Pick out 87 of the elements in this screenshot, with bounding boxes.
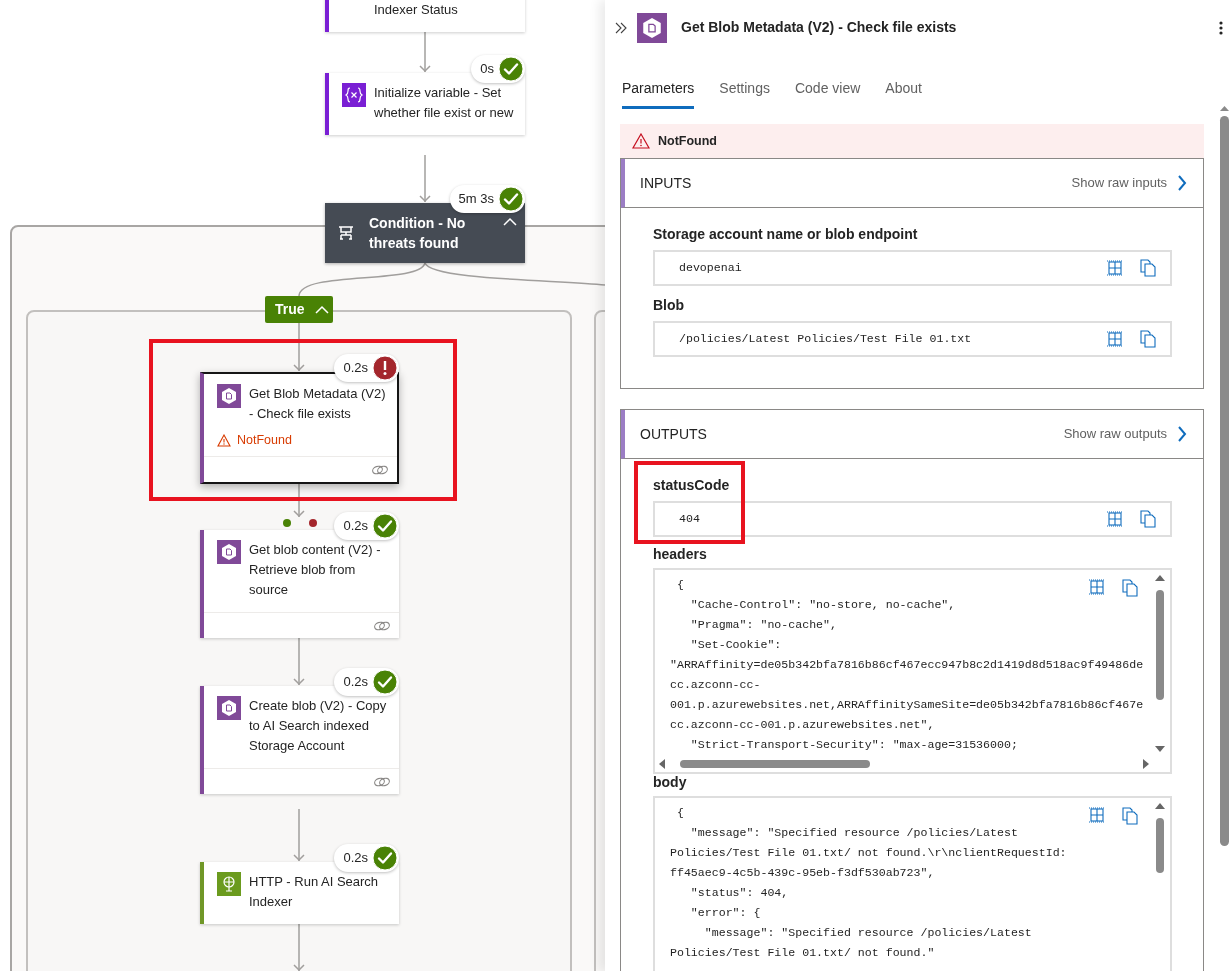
table-view-icon[interactable] [1106, 260, 1124, 276]
chevron-right-icon [1177, 175, 1187, 191]
code-line: cc.azconn-cc- [670, 677, 761, 693]
action-card[interactable]: Get Blob Metadata (V2) - Check file exists NotFound [200, 372, 399, 484]
code-line: Policies/Test File 01.txt/ not found." [670, 945, 935, 961]
code-line: "message": "Specified resource /policies/Latest [703, 925, 1032, 941]
code-line: "Strict-Transport-Security": "max-age=31536000; [689, 737, 1018, 753]
code-line: ff45aec9-4c5b-439c-95eb-f3df530ab723", [670, 865, 935, 881]
field-label: body [653, 774, 688, 790]
warning-icon [632, 133, 650, 149]
condition-card[interactable]: Condition - No threats found [325, 203, 525, 263]
error-message: NotFound [658, 132, 717, 150]
branch-toggle[interactable]: True [265, 296, 333, 323]
action-card[interactable]: Create blob (V2) - Copy to AI Search indexed Storage Account [200, 686, 399, 794]
action-card[interactable]: HTTP - Run AI Search Indexer [200, 862, 399, 924]
run-status-badge: 0.2s [334, 512, 399, 540]
warning-icon [217, 433, 231, 447]
connector-arrow [293, 322, 305, 372]
card-title: Indexer Status [374, 1, 458, 19]
code-line: "message": "Specified resource /policies/Latest [689, 825, 1018, 841]
run-status-badge: 0.2s [334, 354, 399, 382]
run-status-badge: 0.2s [334, 844, 399, 872]
section-title: INPUTS [640, 173, 692, 193]
section-title: OUTPUTS [640, 424, 707, 444]
code-field[interactable] [653, 568, 1172, 774]
code-line: 001.p.azurewebsites.net,ARRAffinitySameSite=de05b342bfa7816b86cf467e [670, 697, 1144, 713]
action-card[interactable]: Get blob content (V2) - Retrieve blob from source [200, 530, 399, 638]
tab[interactable]: Code view [794, 78, 861, 109]
code-field[interactable] [653, 796, 1172, 971]
field-label: headers [653, 546, 708, 562]
collapse-chevron-icon[interactable] [314, 304, 329, 315]
connector-arrow [293, 921, 305, 971]
table-view-icon[interactable] [1106, 331, 1124, 347]
show-raw-link[interactable]: Show raw outputs [1063, 424, 1187, 444]
code-line: "Set-Cookie": [689, 637, 782, 653]
more-options-button[interactable] [1219, 20, 1223, 35]
code-line: Policies/Test File 01.txt/ not found.\r\nclientRequestId: [670, 845, 1067, 861]
chevron-right-icon [1177, 426, 1187, 442]
card-title: Initialize variable - Set whether file exist or new [374, 84, 515, 122]
code-line: "Pragma": "no-cache", [689, 617, 837, 633]
card-title: Condition - No threats found [369, 214, 467, 253]
value-field[interactable]: /policies/Latest Policies/Test File 01.txt [653, 321, 1172, 357]
code-line: "ARRAffinity=de05b342bfa7816b86cf467ecc947b8c2d1419d8d518ac9f49486de [670, 657, 1144, 673]
copy-icon[interactable] [1140, 330, 1156, 348]
collapse-panel-button[interactable] [615, 21, 627, 34]
run-status-badge: 0s [471, 55, 525, 83]
code-line: { [675, 805, 684, 821]
code-line: "status": 404, [689, 885, 789, 901]
more-options-icon [1219, 20, 1223, 35]
action-card[interactable]: Indexer Status [325, 0, 525, 32]
card-title: HTTP - Run AI Search Indexer [249, 873, 380, 911]
show-raw-link[interactable]: Show raw inputs [1071, 173, 1187, 193]
double-chevron-icon [615, 21, 627, 34]
value-field[interactable]: devopenai [653, 250, 1172, 286]
code-line: { [675, 577, 684, 593]
link-icon[interactable] [373, 619, 391, 632]
copy-icon[interactable] [1122, 579, 1138, 597]
connector-arrow [293, 635, 305, 686]
field-label: Storage account name or blob endpoint [653, 225, 919, 244]
connector-arrow [293, 808, 305, 862]
link-icon[interactable] [373, 775, 391, 788]
error-text: NotFound [237, 432, 292, 449]
copy-icon[interactable] [1122, 807, 1138, 825]
code-line: cc.azconn-cc-001.p.azurewebsites.net", [670, 717, 935, 733]
tab[interactable]: Settings [719, 78, 770, 109]
link-icon[interactable] [371, 463, 389, 476]
tab[interactable]: About [885, 78, 922, 109]
card-title: Get blob content (V2) - Retrieve blob from source [249, 541, 382, 599]
card-title: Get Blob Metadata (V2) - Check file exists [249, 385, 387, 423]
card-title: Create blob (V2) - Copy to AI Search indexed Storage Account [249, 697, 388, 755]
tab[interactable]: Parameters [622, 78, 695, 109]
run-status-badge: 5m 3s [449, 185, 525, 213]
run-status-badge: 0.2s [334, 668, 399, 696]
action-card[interactable]: Initialize variable - Set whether file exist or new [325, 73, 525, 135]
copy-icon[interactable] [1140, 510, 1156, 528]
connector-arrow [419, 154, 431, 203]
table-view-icon[interactable] [1088, 807, 1106, 823]
copy-icon[interactable] [1140, 259, 1156, 277]
value-field[interactable]: 404 [653, 501, 1172, 537]
panel-title: Get Blob Metadata (V2) - Check file exists [681, 18, 957, 37]
table-view-icon[interactable] [1106, 511, 1124, 527]
code-line: "error": { [689, 905, 761, 921]
collapse-chevron-icon[interactable] [503, 217, 517, 227]
table-view-icon[interactable] [1088, 579, 1106, 595]
field-label: Blob [653, 296, 686, 315]
code-line: "Cache-Control": "no-store, no-cache", [689, 597, 956, 613]
field-label: statusCode [653, 476, 731, 495]
